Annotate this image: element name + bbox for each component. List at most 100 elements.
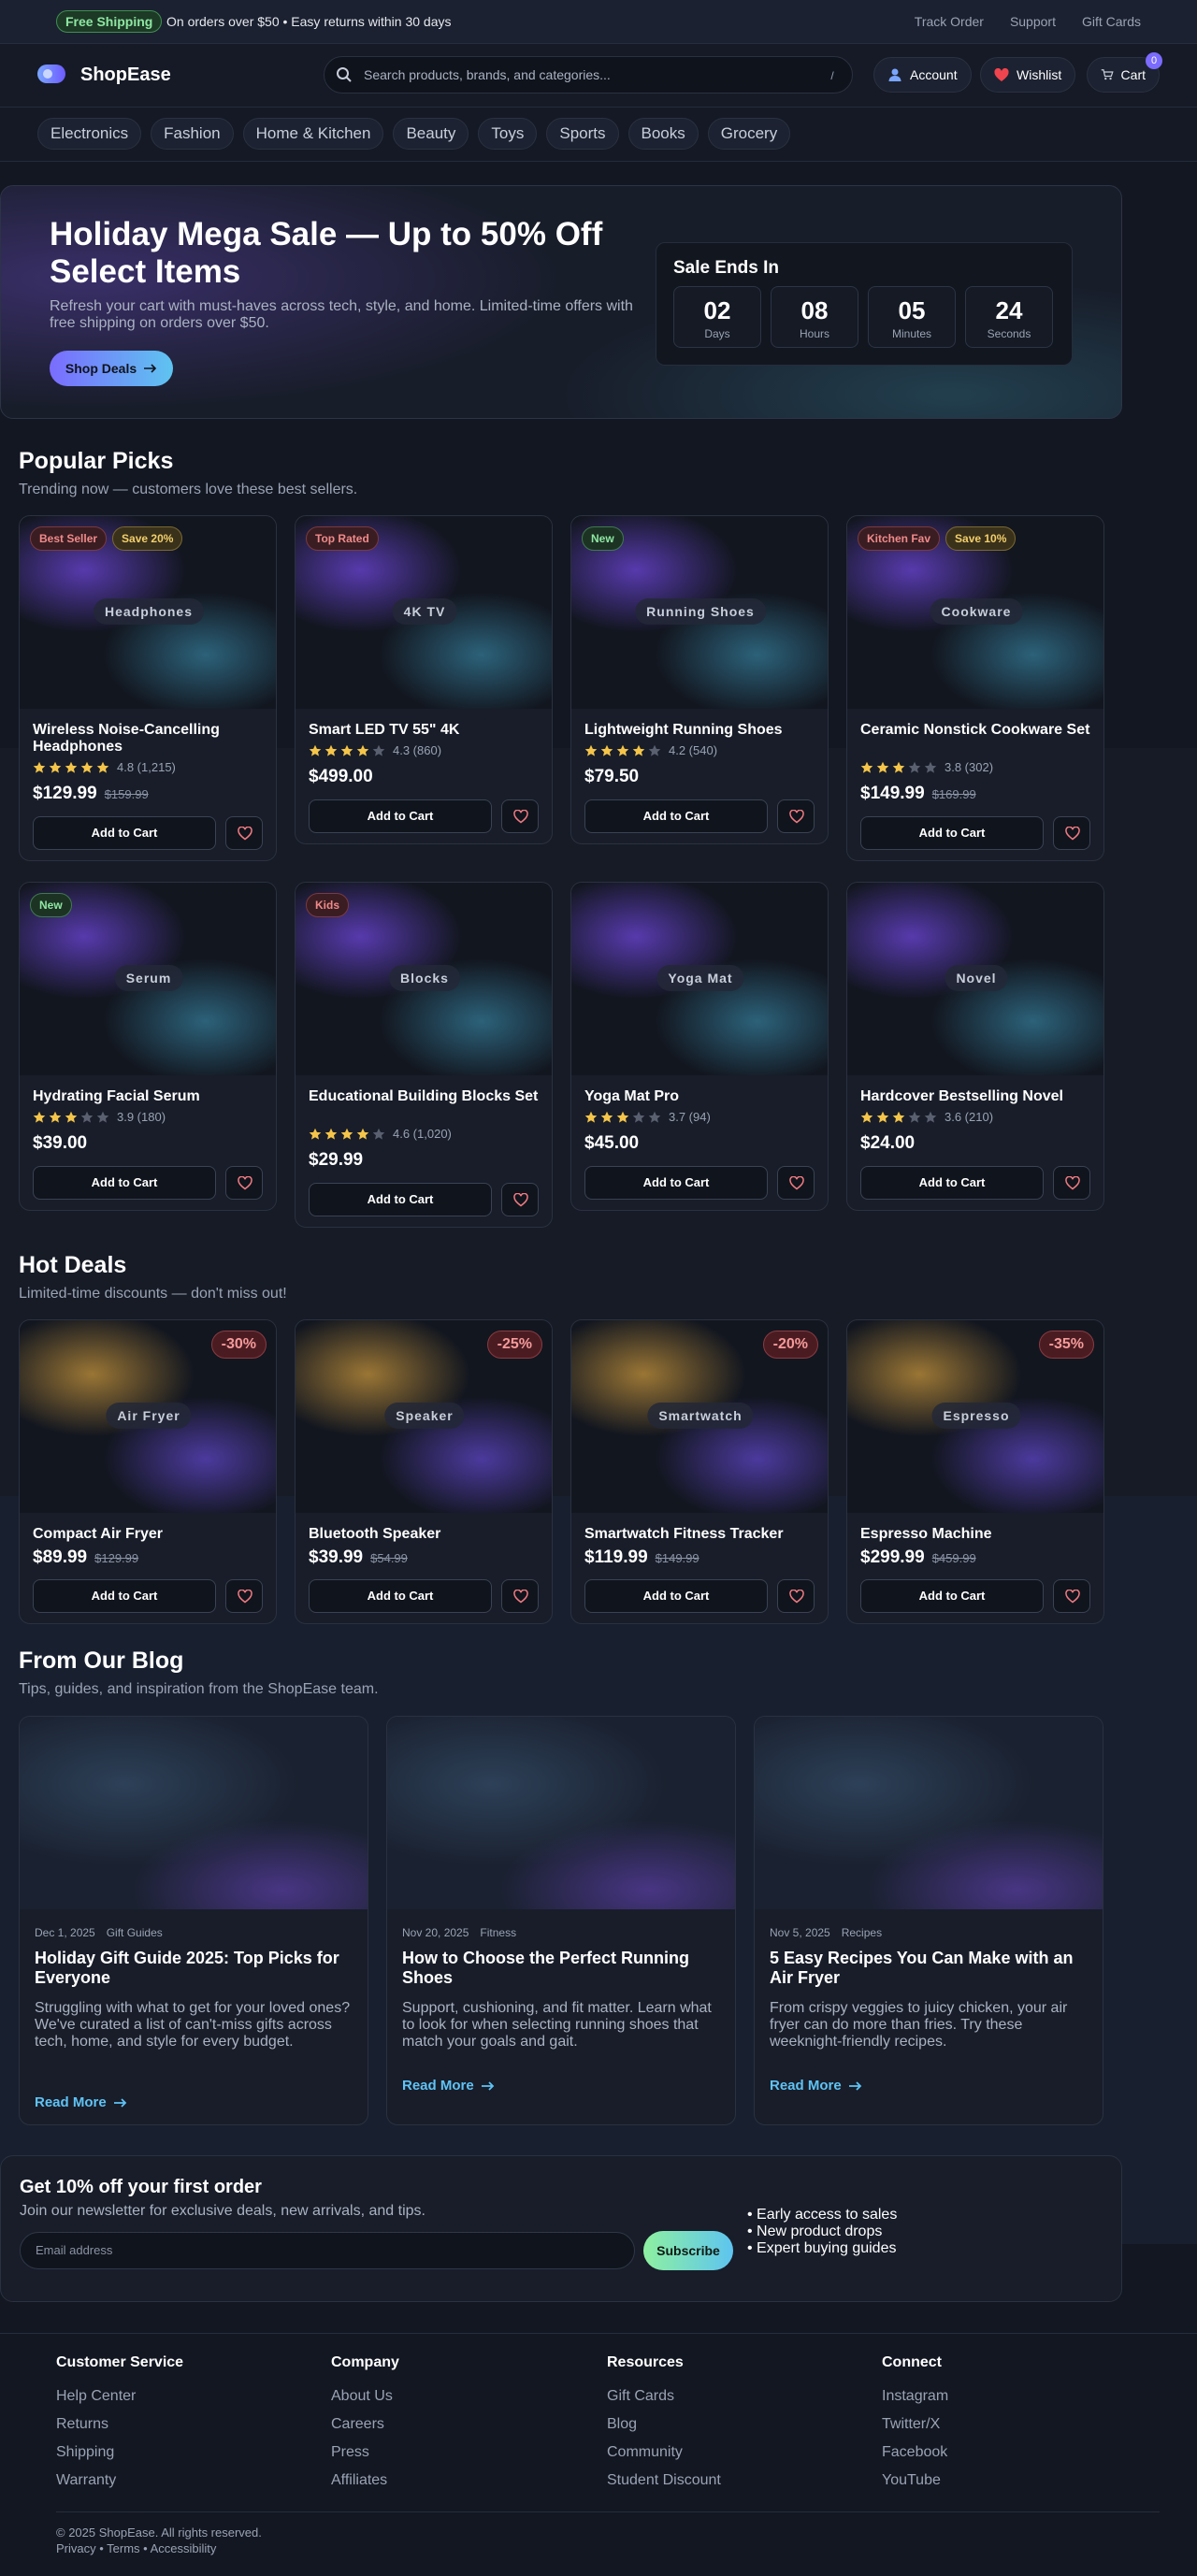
wishlist-heart-button[interactable] [501, 799, 539, 833]
add-to-cart-button[interactable]: Add to Cart [309, 799, 492, 833]
footer-link[interactable]: Press [331, 2444, 399, 2461]
wishlist-heart-button[interactable] [1053, 816, 1090, 850]
footer-link[interactable]: Student Discount [607, 2472, 721, 2489]
product-name[interactable]: Lightweight Running Shoes [584, 722, 818, 739]
wishlist-heart-button[interactable] [225, 1166, 263, 1200]
product-name[interactable]: Wireless Noise-Cancelling Headphones [33, 722, 267, 756]
subscribe-button[interactable]: Subscribe [643, 2231, 733, 2270]
category-fashion[interactable]: Fashion [151, 118, 234, 150]
add-to-cart-button[interactable]: Add to Cart [33, 1579, 216, 1613]
legal-links[interactable]: Privacy • Terms • Accessibility [56, 2541, 216, 2555]
product-card[interactable]: Blocks Kids Educational Building Blocks Se… [295, 882, 553, 1228]
track-order-link[interactable]: Track Order [915, 14, 984, 29]
category-books[interactable]: Books [627, 118, 699, 150]
wishlist-heart-button[interactable] [225, 1579, 263, 1613]
add-to-cart-button[interactable]: Add to Cart [584, 1166, 768, 1200]
add-to-cart-button[interactable]: Add to Cart [860, 816, 1044, 850]
add-to-cart-button[interactable]: Add to Cart [584, 799, 768, 833]
account-button[interactable]: Account [873, 57, 972, 93]
product-name[interactable]: Smart LED TV 55" 4K [309, 722, 542, 739]
blog-card[interactable]: Dec 1, 2025 Gift Guides Holiday Gift Guid… [19, 1716, 368, 2125]
product-thumbnail-label: Cookware [930, 598, 1023, 625]
category-sports[interactable]: Sports [546, 118, 619, 150]
wishlist-heart-button[interactable] [1053, 1166, 1090, 1200]
cart-button[interactable]: Cart 0 [1087, 52, 1162, 93]
product-name[interactable]: Yoga Mat Pro [584, 1088, 818, 1105]
blog-post-title[interactable]: Holiday Gift Guide 2025: Top Picks for E… [35, 1949, 353, 1988]
add-to-cart-button[interactable]: Add to Cart [860, 1579, 1044, 1613]
wishlist-heart-button[interactable] [501, 1183, 539, 1216]
blog-card[interactable]: Nov 5, 2025 Recipes 5 Easy Recipes You Ca… [754, 1716, 1103, 2125]
add-to-cart-button[interactable]: Add to Cart [860, 1166, 1044, 1200]
product-name[interactable]: Espresso Machine [860, 1526, 1094, 1543]
brand-name[interactable]: ShopEase [80, 65, 171, 86]
footer-link[interactable]: Affiliates [331, 2472, 399, 2489]
add-to-cart-button[interactable]: Add to Cart [309, 1183, 492, 1216]
deal-card[interactable]: Air Fryer -30% Compact Air Fryer $89.99 $129… [19, 1319, 277, 1624]
wishlist-button[interactable]: Wishlist [980, 57, 1076, 93]
footer-link[interactable]: Facebook [882, 2444, 948, 2461]
product-card[interactable]: Serum New Hydrating Facial Serum 3.9 (180) $… [19, 882, 277, 1211]
product-card[interactable]: Novel Hardcover Bestselling Novel 3.6 (210… [846, 882, 1104, 1211]
add-to-cart-button[interactable]: Add to Cart [33, 1166, 216, 1200]
product-price: $499.00 [309, 767, 373, 787]
wishlist-heart-button[interactable] [777, 1579, 815, 1613]
product-card[interactable]: 4K TV Top Rated Smart LED TV 55" 4K 4.3 (86… [295, 515, 553, 844]
logo-icon[interactable] [37, 65, 65, 83]
blog-post-title[interactable]: 5 Easy Recipes You Can Make with an Air … [770, 1949, 1088, 1988]
search-bar[interactable]: Search products, brands, and categories.… [324, 56, 853, 94]
email-field[interactable]: Email address [20, 2232, 635, 2269]
support-link[interactable]: Support [1010, 14, 1056, 29]
add-to-cart-button[interactable]: Add to Cart [33, 816, 216, 850]
search-input[interactable]: Search products, brands, and categories.… [364, 67, 611, 82]
footer-link[interactable]: Gift Cards [607, 2388, 721, 2405]
blog-post-title[interactable]: How to Choose the Perfect Running Shoes [402, 1949, 720, 1988]
product-name[interactable]: Compact Air Fryer [33, 1526, 267, 1543]
gift-cards-link[interactable]: Gift Cards [1082, 14, 1141, 29]
footer-link[interactable]: About Us [331, 2388, 399, 2405]
product-card[interactable]: Cookware Kitchen Fav Save 10% Ceramic Nonst… [846, 515, 1104, 861]
product-name[interactable]: Ceramic Nonstick Cookware Set [860, 722, 1094, 739]
footer-link[interactable]: Blog [607, 2416, 721, 2433]
footer-link[interactable]: Community [607, 2444, 721, 2461]
product-card[interactable]: Yoga Mat Yoga Mat Pro 3.7 (94) $45.00 Add to… [570, 882, 829, 1211]
read-more-link[interactable]: Read More [35, 2094, 127, 2110]
wishlist-heart-button[interactable] [777, 1166, 815, 1200]
price-current: $39.99 [309, 1547, 364, 1567]
blog-meta: Dec 1, 2025 Gift Guides [35, 1926, 163, 1939]
category-beauty[interactable]: Beauty [393, 118, 469, 150]
footer-link[interactable]: YouTube [882, 2472, 948, 2489]
category-toys[interactable]: Toys [478, 118, 538, 150]
footer-link[interactable]: Help Center [56, 2388, 183, 2405]
read-more-link[interactable]: Read More [402, 2078, 495, 2094]
product-name[interactable]: Educational Building Blocks Set [309, 1088, 542, 1105]
category-electronics[interactable]: Electronics [37, 118, 142, 150]
deal-card[interactable]: Speaker -25% Bluetooth Speaker $39.99 $54.99… [295, 1319, 553, 1624]
deal-card[interactable]: Smartwatch -20% Smartwatch Fitness Tracker… [570, 1319, 829, 1624]
product-card[interactable]: Running Shoes New Lightweight Running Shoe… [570, 515, 829, 844]
blog-card[interactable]: Nov 20, 2025 Fitness How to Choose the Pe… [386, 1716, 736, 2125]
add-to-cart-button[interactable]: Add to Cart [584, 1579, 768, 1613]
footer-link[interactable]: Twitter/X [882, 2416, 948, 2433]
wishlist-heart-button[interactable] [1053, 1579, 1090, 1613]
product-name[interactable]: Bluetooth Speaker [309, 1526, 542, 1543]
footer-link[interactable]: Instagram [882, 2388, 948, 2405]
wishlist-heart-button[interactable] [225, 816, 263, 850]
category-grocery[interactable]: Grocery [707, 118, 791, 150]
footer-link[interactable]: Careers [331, 2416, 399, 2433]
wishlist-heart-button[interactable] [501, 1579, 539, 1613]
add-to-cart-button[interactable]: Add to Cart [309, 1579, 492, 1613]
wishlist-heart-button[interactable] [777, 799, 815, 833]
read-more-link[interactable]: Read More [770, 2078, 862, 2094]
product-card[interactable]: Headphones Best Seller Save 20% Wireless No… [19, 515, 277, 861]
footer-link[interactable]: Warranty [56, 2472, 183, 2489]
star-icon [372, 1128, 385, 1140]
product-name[interactable]: Hydrating Facial Serum [33, 1088, 267, 1105]
footer-link[interactable]: Returns [56, 2416, 183, 2433]
product-name[interactable]: Smartwatch Fitness Tracker [584, 1526, 818, 1543]
deal-card[interactable]: Espresso -35% Espresso Machine $299.99 $459.… [846, 1319, 1104, 1624]
product-name[interactable]: Hardcover Bestselling Novel [860, 1088, 1094, 1105]
shop-deals-button[interactable]: Shop Deals [50, 351, 173, 386]
footer-link[interactable]: Shipping [56, 2444, 183, 2461]
category-home-kitchen[interactable]: Home & Kitchen [242, 118, 384, 150]
